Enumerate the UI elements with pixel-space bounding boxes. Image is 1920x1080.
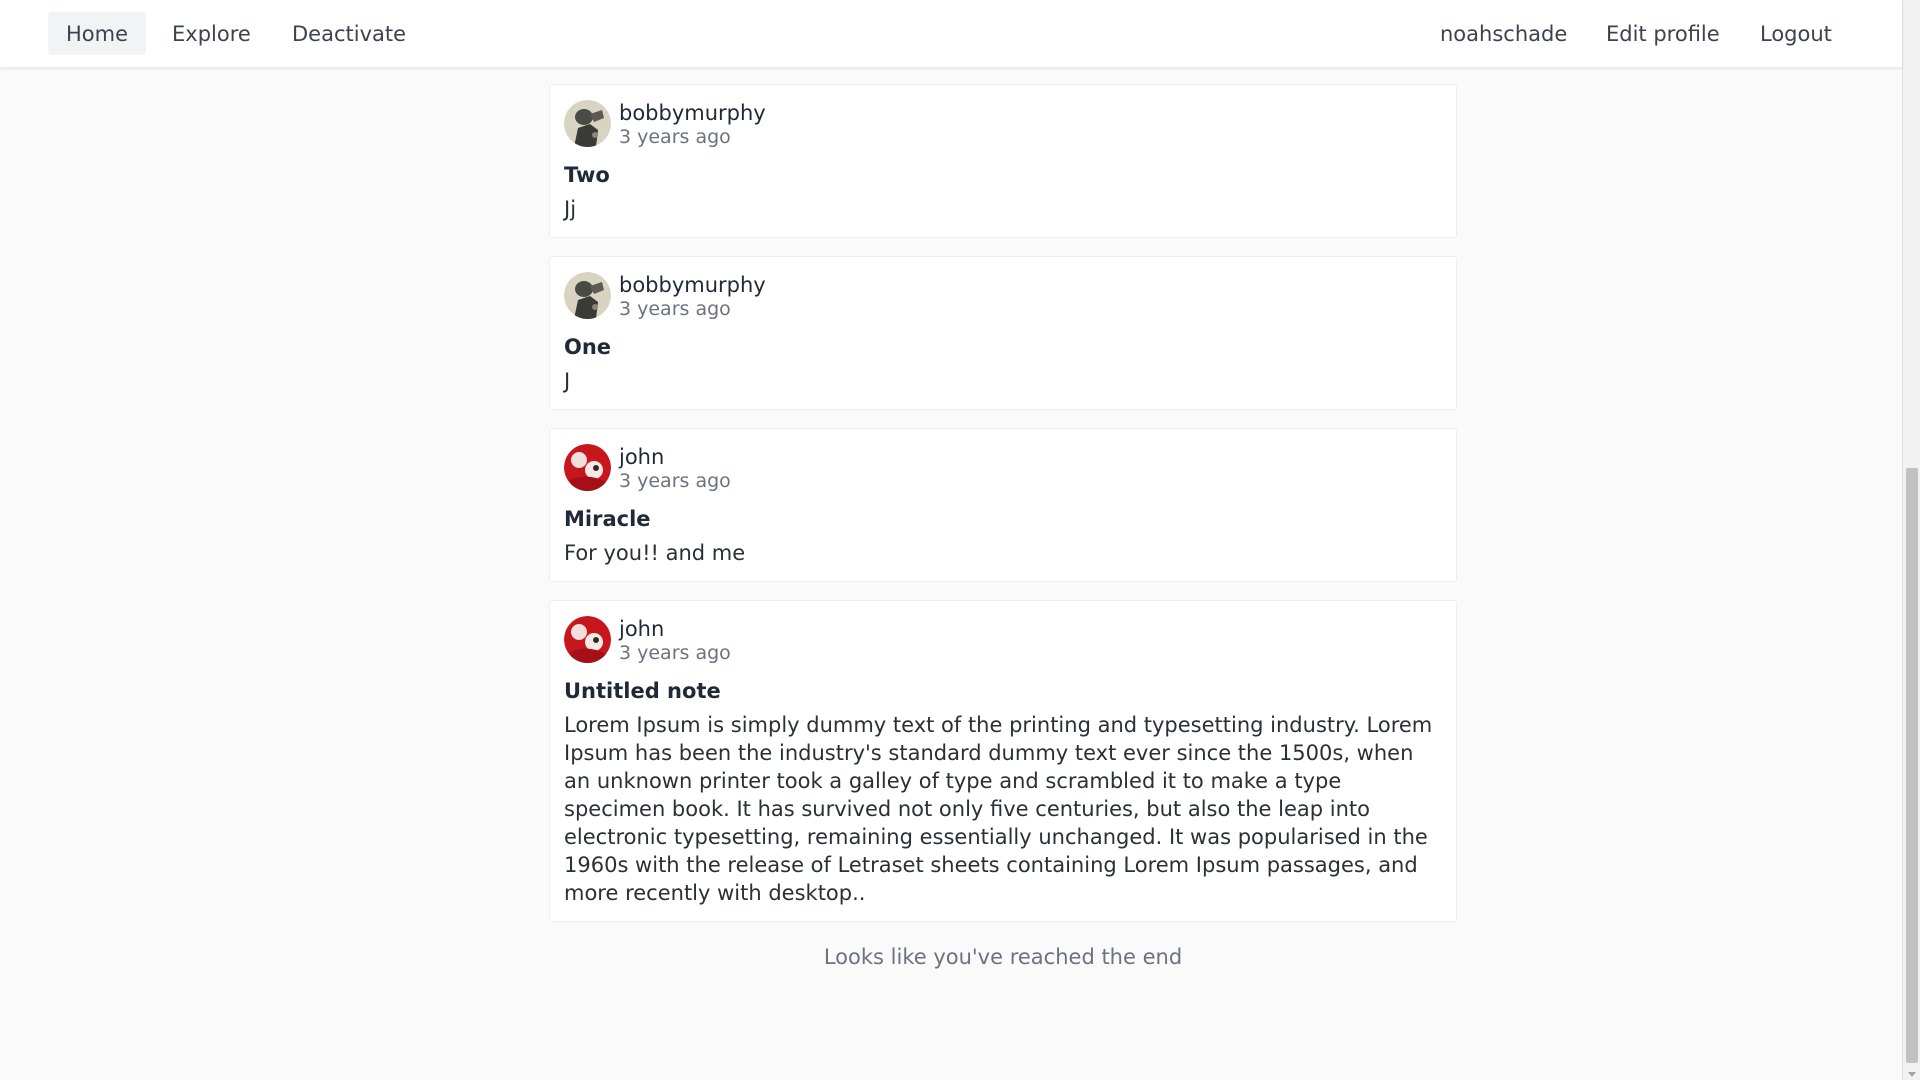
note-author-name[interactable]: john: [619, 445, 731, 469]
note-header: john 3 years ago: [564, 616, 1442, 664]
nav-logout-link[interactable]: Logout: [1742, 12, 1850, 55]
nav-explore-link[interactable]: Explore: [154, 12, 269, 55]
note-author-meta: john 3 years ago: [619, 444, 731, 493]
nav-username-link[interactable]: noahschade: [1422, 12, 1585, 55]
note-title: Two: [564, 163, 610, 187]
note-body: For you!! and me: [564, 541, 746, 565]
john-avatar-icon[interactable]: [564, 616, 611, 663]
note-card[interactable]: john 3 years ago Untitled note Lorem Ips…: [549, 600, 1457, 922]
note-author-meta: john 3 years ago: [619, 616, 731, 665]
note-card[interactable]: john 3 years ago Miracle For you!! and m…: [549, 428, 1457, 582]
note-body: J: [564, 369, 571, 393]
note-header: bobbymurphy 3 years ago: [564, 272, 1442, 320]
note-card[interactable]: bobbymurphy 3 years ago One J: [549, 256, 1457, 410]
note-timestamp: 3 years ago: [619, 298, 731, 320]
note-title: Untitled note: [564, 679, 721, 703]
bobby-avatar-icon[interactable]: [564, 272, 611, 319]
notes-feed: bobbymurphy 3 years ago Two Jj bobbymurp…: [549, 84, 1457, 940]
note-author-name[interactable]: bobbymurphy: [619, 101, 766, 125]
feed-end-message: Looks like you've reached the end: [823, 945, 1183, 969]
note-author-meta: bobbymurphy 3 years ago: [619, 272, 766, 321]
bobby-avatar-icon[interactable]: [564, 100, 611, 147]
note-timestamp: 3 years ago: [619, 642, 731, 664]
note-body: Lorem Ipsum is simply dummy text of the …: [564, 713, 1433, 905]
note-body: Jj: [564, 197, 577, 221]
john-avatar-icon[interactable]: [564, 444, 611, 491]
note-author-name[interactable]: bobbymurphy: [619, 273, 766, 297]
nav-deactivate-link[interactable]: Deactivate: [274, 12, 424, 55]
scroll-down-arrow-icon[interactable]: [1908, 1072, 1916, 1077]
note-header: bobbymurphy 3 years ago: [564, 100, 1442, 148]
note-header: john 3 years ago: [564, 444, 1442, 492]
note-title: One: [564, 335, 612, 359]
note-card[interactable]: bobbymurphy 3 years ago Two Jj: [549, 84, 1457, 238]
note-author-name[interactable]: john: [619, 617, 731, 641]
note-author-meta: bobbymurphy 3 years ago: [619, 100, 766, 149]
note-timestamp: 3 years ago: [619, 126, 731, 148]
scrollbar-thumb[interactable]: [1906, 468, 1918, 1063]
note-timestamp: 3 years ago: [619, 470, 731, 492]
note-title: Miracle: [564, 507, 651, 531]
page-scrollbar[interactable]: [1902, 0, 1920, 1080]
nav-edit-profile-link[interactable]: Edit profile: [1588, 12, 1738, 55]
top-navbar: Home Explore Deactivate noahschade Edit …: [0, 0, 1902, 68]
nav-home-link[interactable]: Home: [48, 12, 147, 55]
page: Home Explore Deactivate noahschade Edit …: [0, 0, 1920, 1080]
